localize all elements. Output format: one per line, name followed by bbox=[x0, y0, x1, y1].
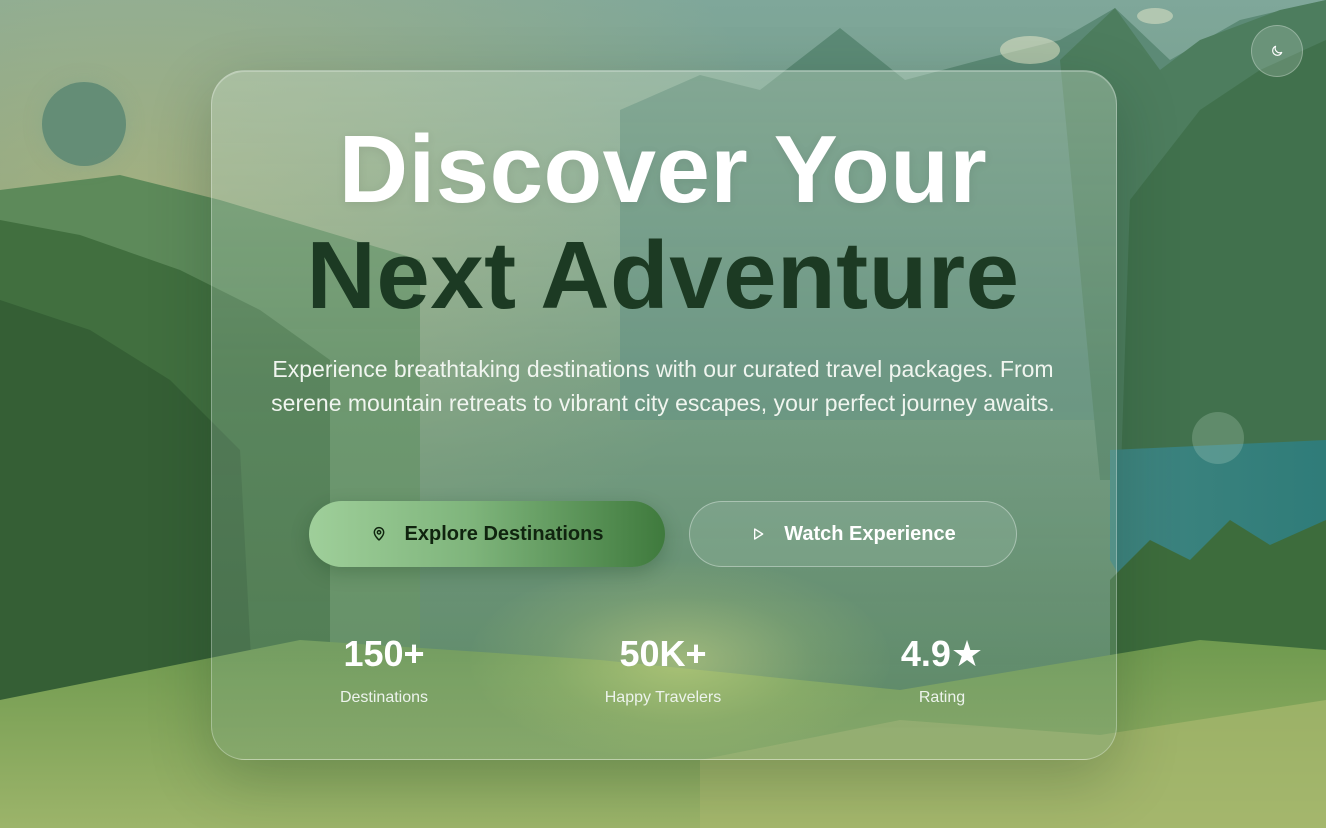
stat-rating: 4.9★ Rating bbox=[842, 632, 1042, 708]
watch-experience-button[interactable]: Watch Experience bbox=[689, 501, 1017, 567]
hero-title-line2: Next Adventure bbox=[306, 222, 1020, 329]
stat-happy-travelers: 50K+ Happy Travelers bbox=[563, 632, 763, 708]
stat-label: Rating bbox=[918, 689, 966, 706]
hero-title-line1: Discover Your bbox=[338, 116, 988, 223]
stat-value: 150+ bbox=[343, 633, 425, 674]
stat-value: 50K+ bbox=[619, 633, 707, 674]
explore-button-label: Explore Destinations bbox=[404, 522, 604, 545]
watch-button-label: Watch Experience bbox=[784, 522, 956, 545]
stat-destinations: 150+ Destinations bbox=[284, 632, 484, 708]
map-pin-icon bbox=[373, 527, 384, 541]
decorative-orb bbox=[1192, 412, 1244, 464]
hero-subtitle: Experience breathtaking destinations wit… bbox=[271, 356, 1055, 416]
play-icon bbox=[754, 528, 764, 540]
stat-label: Destinations bbox=[339, 689, 429, 706]
stat-label: Happy Travelers bbox=[604, 689, 722, 706]
moon-icon bbox=[1272, 45, 1283, 56]
explore-destinations-button[interactable]: Explore Destinations bbox=[309, 501, 665, 567]
stat-value: 4.9★ bbox=[900, 633, 984, 674]
decorative-orb bbox=[42, 82, 126, 166]
theme-toggle-button[interactable] bbox=[1251, 25, 1303, 77]
